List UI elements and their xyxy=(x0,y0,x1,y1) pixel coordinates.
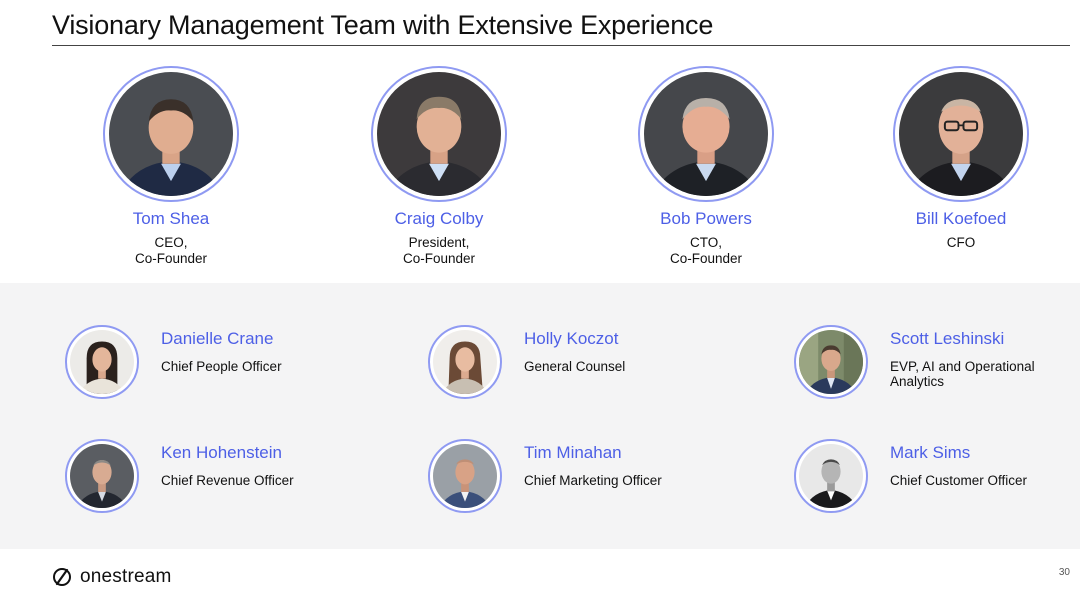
leader-role: President, Co-Founder xyxy=(402,235,476,266)
member-role: Chief Marketing Officer xyxy=(524,473,662,488)
leader-photo-ring xyxy=(103,66,239,202)
portrait-photo xyxy=(644,72,768,196)
member-card: Tim Minahan Chief Marketing Officer xyxy=(428,439,758,519)
onestream-logo: onestream xyxy=(52,566,172,588)
member-role: Chief Customer Officer xyxy=(890,473,1028,488)
member-role: General Counsel xyxy=(524,359,626,374)
leader-card: Tom Shea CEO, Co-Founder xyxy=(51,66,291,267)
member-photo-ring xyxy=(428,439,502,513)
leader-photo-ring xyxy=(638,66,774,202)
member-photo-ring xyxy=(65,439,139,513)
portrait-photo xyxy=(70,330,134,394)
leader-card: Bob Powers CTO, Co-Founder xyxy=(586,66,826,267)
member-name: Holly Koczot xyxy=(524,329,619,348)
member-role: Chief Revenue Officer xyxy=(161,473,294,488)
leader-photo-ring xyxy=(371,66,507,202)
member-photo-ring xyxy=(65,325,139,399)
brand-wordmark: onestream xyxy=(80,566,172,587)
member-card: Scott Leshinski EVP, AI and Operational … xyxy=(794,325,1080,405)
member-card: Mark Sims Chief Customer Officer xyxy=(794,439,1080,519)
member-name: Scott Leshinski xyxy=(890,329,1005,348)
leader-name: Bob Powers xyxy=(660,209,752,228)
member-card: Holly Koczot General Counsel xyxy=(428,325,758,405)
title-divider xyxy=(52,45,1070,46)
portrait-photo xyxy=(799,330,863,394)
leader-name: Tom Shea xyxy=(132,209,210,228)
leader-role: CTO, Co-Founder xyxy=(669,235,743,266)
portrait-photo xyxy=(433,444,497,508)
page-number: 30 xyxy=(1058,567,1070,578)
portrait-photo xyxy=(377,72,501,196)
leader-name: Craig Colby xyxy=(394,209,484,228)
leader-card: Bill Koefoed CFO xyxy=(841,66,1080,251)
portrait-photo xyxy=(70,444,134,508)
portrait-photo xyxy=(899,72,1023,196)
portrait-photo xyxy=(799,444,863,508)
slide-title: Visionary Management Team with Extensive… xyxy=(52,10,714,40)
member-name: Tim Minahan xyxy=(524,443,622,462)
portrait-photo xyxy=(109,72,233,196)
member-name: Ken Hohenstein xyxy=(161,443,282,462)
member-photo-ring xyxy=(428,325,502,399)
member-name: Danielle Crane xyxy=(161,329,274,348)
leader-role: CFO xyxy=(946,235,976,250)
leader-name: Bill Koefoed xyxy=(915,209,1007,228)
onestream-logo-icon xyxy=(52,567,72,587)
member-photo-ring xyxy=(794,439,868,513)
member-card: Ken Hohenstein Chief Revenue Officer xyxy=(65,439,395,519)
member-photo-ring xyxy=(794,325,868,399)
leader-card: Craig Colby President, Co-Founder xyxy=(319,66,559,267)
member-role: EVP, AI and Operational Analytics xyxy=(890,359,1035,389)
leader-photo-ring xyxy=(893,66,1029,202)
leader-role: CEO, Co-Founder xyxy=(134,235,208,266)
member-role: Chief People Officer xyxy=(161,359,282,374)
portrait-photo xyxy=(433,330,497,394)
member-name: Mark Sims xyxy=(890,443,971,462)
member-card: Danielle Crane Chief People Officer xyxy=(65,325,395,405)
